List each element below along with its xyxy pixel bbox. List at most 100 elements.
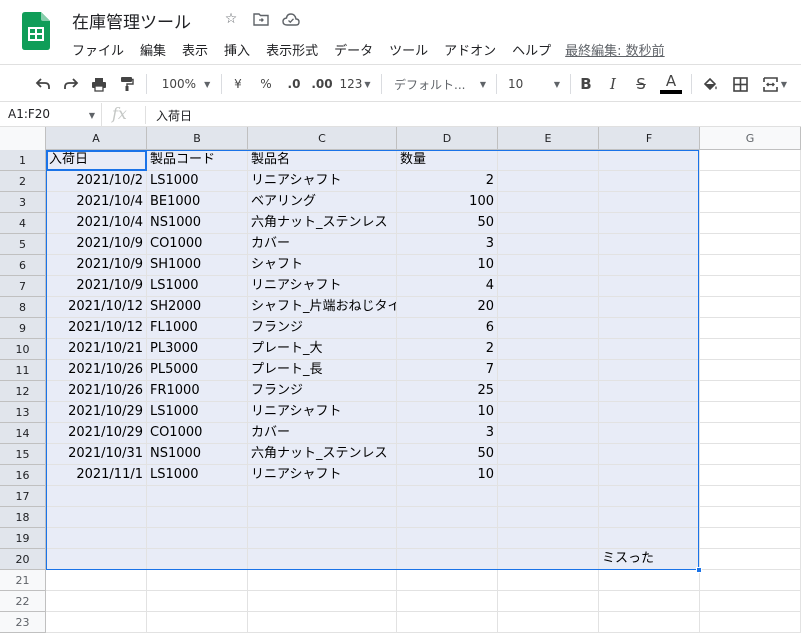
cell-g17[interactable] [700, 486, 801, 507]
column-header-f[interactable]: F [599, 127, 700, 149]
cell-c11[interactable]: プレート_長 [248, 360, 397, 381]
borders-icon[interactable] [730, 73, 750, 95]
row-header[interactable]: 20 [0, 549, 46, 570]
cell-f22[interactable] [599, 591, 700, 612]
cell-c13[interactable]: リニアシャフト [248, 402, 397, 423]
cell-a4[interactable]: 2021/10/4 [46, 213, 147, 234]
cell-d17[interactable] [397, 486, 498, 507]
column-header-a[interactable]: A [46, 127, 147, 149]
row-header[interactable]: 11 [0, 360, 46, 381]
row-header[interactable]: 14 [0, 423, 46, 444]
cell-e18[interactable] [498, 507, 599, 528]
menu-edit[interactable]: 編集 [132, 38, 174, 61]
row-header[interactable]: 9 [0, 318, 46, 339]
cell-c21[interactable] [248, 570, 397, 591]
cell-b23[interactable] [147, 612, 248, 633]
row-header[interactable]: 22 [0, 591, 46, 612]
menu-addons[interactable]: アドオン [436, 38, 504, 61]
cell-c5[interactable]: カバー [248, 234, 397, 255]
row-header[interactable]: 23 [0, 612, 46, 633]
cell-b17[interactable] [147, 486, 248, 507]
cell-f2[interactable] [599, 171, 700, 192]
sheets-logo-icon[interactable] [22, 12, 50, 50]
cell-a17[interactable] [46, 486, 147, 507]
cell-c8[interactable]: シャフト_片端おねじタイプ [248, 297, 397, 318]
cell-b9[interactable]: FL1000 [147, 318, 248, 339]
cell-a19[interactable] [46, 528, 147, 549]
cell-e19[interactable] [498, 528, 599, 549]
cell-g1[interactable] [700, 150, 801, 171]
cell-c20[interactable] [248, 549, 397, 570]
cell-e9[interactable] [498, 318, 599, 339]
menu-tools[interactable]: ツール [381, 38, 436, 61]
row-header[interactable]: 4 [0, 213, 46, 234]
cell-a20[interactable] [46, 549, 147, 570]
cell-a2[interactable]: 2021/10/2 [46, 171, 147, 192]
row-header[interactable]: 15 [0, 444, 46, 465]
cell-b12[interactable]: FR1000 [147, 381, 248, 402]
cell-f17[interactable] [599, 486, 700, 507]
cell-c7[interactable]: リニアシャフト [248, 276, 397, 297]
row-header[interactable]: 2 [0, 171, 46, 192]
cell-e4[interactable] [498, 213, 599, 234]
cell-g20[interactable] [700, 549, 801, 570]
cell-b20[interactable] [147, 549, 248, 570]
cell-g14[interactable] [700, 423, 801, 444]
cell-f3[interactable] [599, 192, 700, 213]
cell-b19[interactable] [147, 528, 248, 549]
cell-f4[interactable] [599, 213, 700, 234]
cell-d6[interactable]: 10 [397, 255, 498, 276]
cell-a10[interactable]: 2021/10/21 [46, 339, 147, 360]
cell-e10[interactable] [498, 339, 599, 360]
cell-b22[interactable] [147, 591, 248, 612]
cell-d21[interactable] [397, 570, 498, 591]
cell-d19[interactable] [397, 528, 498, 549]
cell-c10[interactable]: プレート_大 [248, 339, 397, 360]
column-header-e[interactable]: E [498, 127, 599, 149]
move-folder-icon[interactable] [252, 10, 270, 28]
cell-f1[interactable] [599, 150, 700, 171]
cell-d8[interactable]: 20 [397, 297, 498, 318]
font-select[interactable]: デフォルト... ▼ [394, 73, 486, 95]
cell-d14[interactable]: 3 [397, 423, 498, 444]
cell-c23[interactable] [248, 612, 397, 633]
column-header-g[interactable]: G [700, 127, 801, 149]
fill-handle[interactable] [696, 567, 702, 573]
cell-b16[interactable]: LS1000 [147, 465, 248, 486]
cell-g10[interactable] [700, 339, 801, 360]
cell-c1[interactable]: 製品名 [248, 150, 397, 171]
cell-a6[interactable]: 2021/10/9 [46, 255, 147, 276]
cell-c16[interactable]: リニアシャフト [248, 465, 397, 486]
percent-button[interactable]: % [258, 73, 274, 95]
row-header[interactable]: 3 [0, 192, 46, 213]
cell-e2[interactable] [498, 171, 599, 192]
select-all-corner[interactable] [0, 127, 46, 150]
paint-format-icon[interactable] [117, 73, 137, 95]
italic-button[interactable]: I [604, 73, 622, 95]
last-edit-link[interactable]: 最終編集: 数秒前 [565, 38, 665, 61]
cell-b10[interactable]: PL3000 [147, 339, 248, 360]
cell-b13[interactable]: LS1000 [147, 402, 248, 423]
cell-d5[interactable]: 3 [397, 234, 498, 255]
cell-d4[interactable]: 50 [397, 213, 498, 234]
cell-d20[interactable] [397, 549, 498, 570]
cell-f10[interactable] [599, 339, 700, 360]
cell-a8[interactable]: 2021/10/12 [46, 297, 147, 318]
cell-b11[interactable]: PL5000 [147, 360, 248, 381]
cell-a1[interactable]: 入荷日 [46, 150, 147, 171]
cell-d22[interactable] [397, 591, 498, 612]
column-header-d[interactable]: D [397, 127, 498, 149]
cell-c14[interactable]: カバー [248, 423, 397, 444]
cell-g12[interactable] [700, 381, 801, 402]
redo-icon[interactable] [61, 73, 81, 95]
row-header[interactable]: 7 [0, 276, 46, 297]
cell-e5[interactable] [498, 234, 599, 255]
cell-a23[interactable] [46, 612, 147, 633]
cell-a16[interactable]: 2021/11/1 [46, 465, 147, 486]
cell-d18[interactable] [397, 507, 498, 528]
cell-a5[interactable]: 2021/10/9 [46, 234, 147, 255]
cell-e6[interactable] [498, 255, 599, 276]
cell-e1[interactable] [498, 150, 599, 171]
row-header[interactable]: 21 [0, 570, 46, 591]
row-header[interactable]: 18 [0, 507, 46, 528]
